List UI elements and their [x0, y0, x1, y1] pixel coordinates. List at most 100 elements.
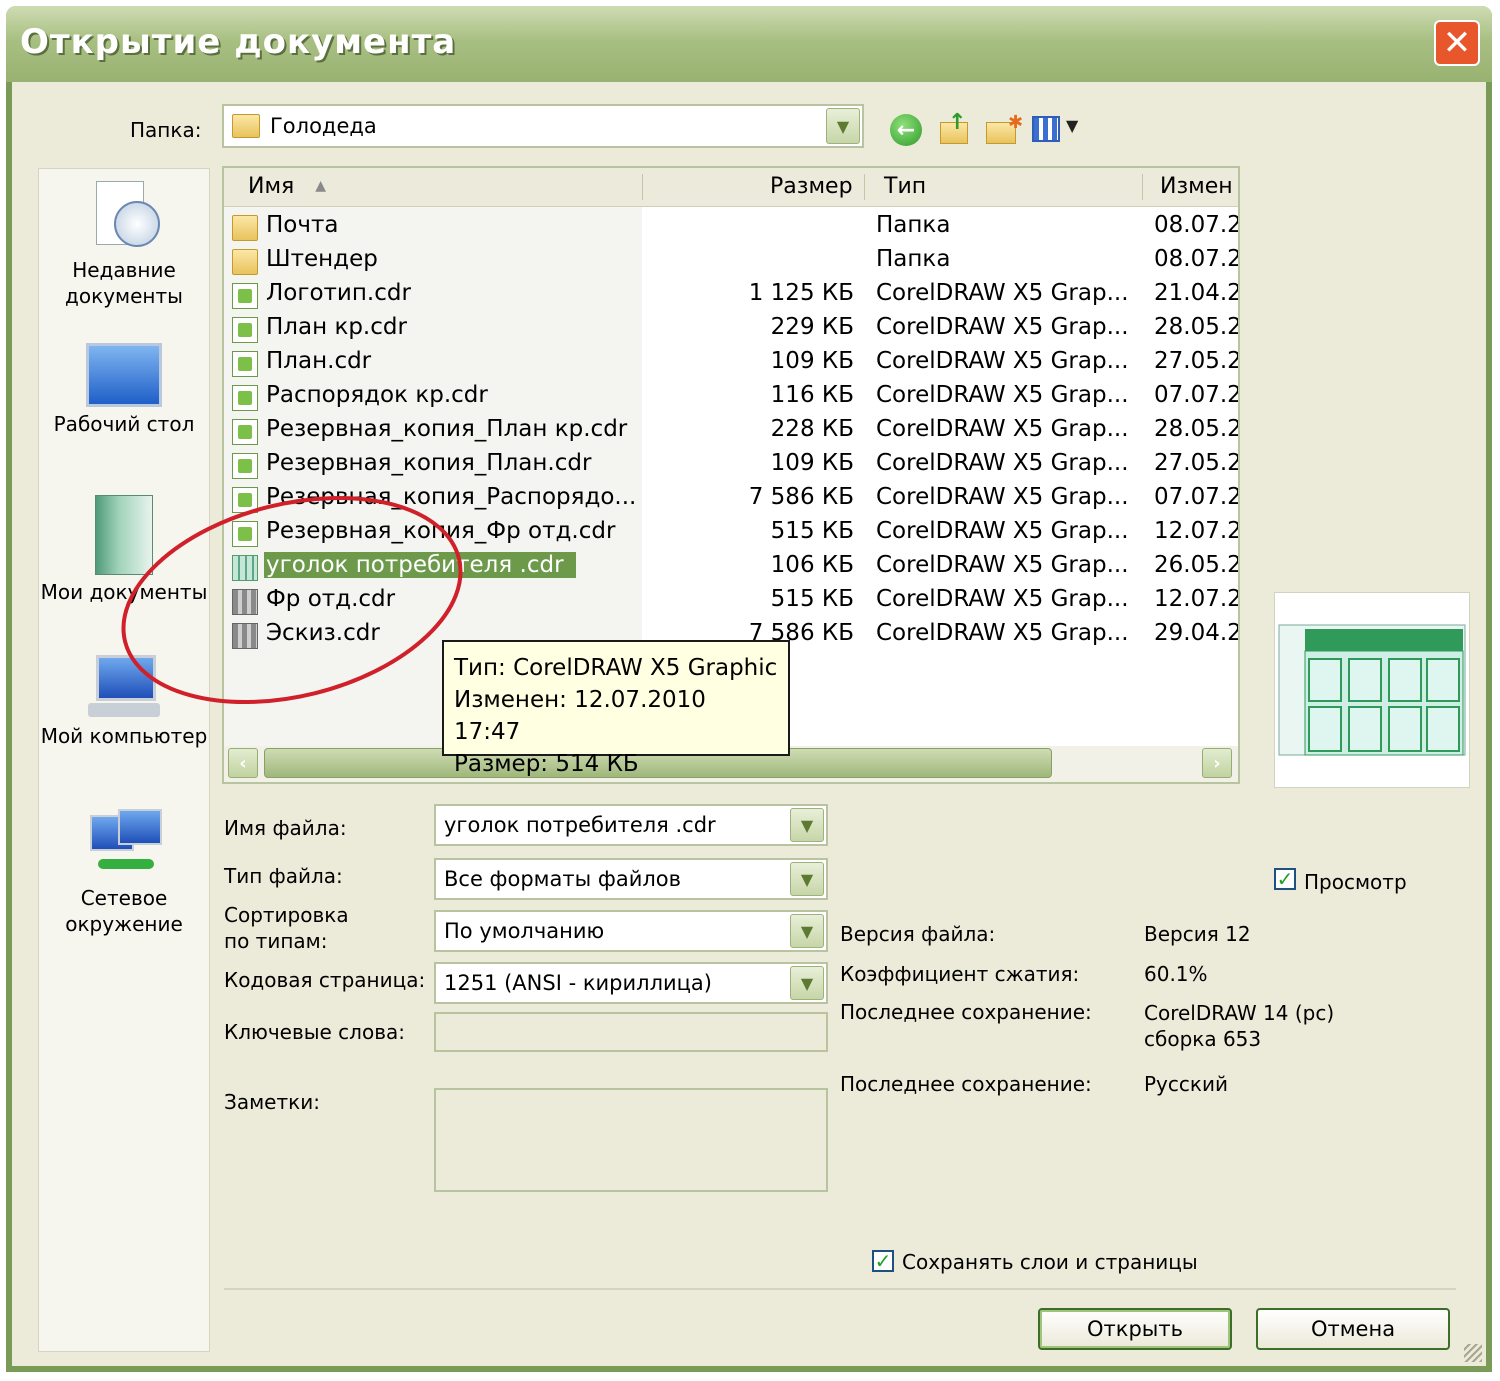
last-saved-language-label: Последнее сохранение:: [840, 1072, 1092, 1096]
keywords-input[interactable]: [434, 1012, 828, 1052]
new-folder-icon[interactable]: ✱: [986, 112, 1023, 144]
table-row[interactable]: Резервная_копия_План кр.cdr 228 КБ CorelDR…: [224, 414, 1238, 448]
file-modified-cell: 21.04.2: [1154, 280, 1238, 306]
window-title: Открытие документа: [20, 22, 457, 62]
my-computer-icon: [88, 655, 160, 719]
file-type-cell: CorelDRAW X5 Grap...: [876, 552, 1129, 578]
preview-checkbox-label: Просмотр: [1304, 870, 1407, 894]
file-name-cell: Почта: [266, 212, 339, 238]
file-tooltip: Тип: CorelDRAW X5 Graphic Изменен: 12.07…: [442, 640, 790, 777]
table-row[interactable]: уголок потребителя .cdr 106 КБ CorelDRAW X…: [224, 550, 1238, 584]
cancel-button[interactable]: Отмена: [1256, 1308, 1450, 1350]
file-modified-cell: 27.05.2: [1154, 348, 1238, 374]
column-size-header[interactable]: Размер: [770, 174, 853, 199]
preview-thumbnail: [1274, 592, 1470, 788]
table-row[interactable]: Фр отд.cdr 515 КБ CorelDRAW X5 Grap... 12.0…: [224, 584, 1238, 618]
filename-input[interactable]: уголок потребителя .cdr ▼: [434, 804, 828, 846]
file-type-cell: CorelDRAW X5 Grap...: [876, 280, 1129, 306]
compression-label: Коэффициент сжатия:: [840, 962, 1080, 986]
file-type-cell: CorelDRAW X5 Grap...: [876, 586, 1129, 612]
file-modified-cell: 12.07.2: [1154, 518, 1238, 544]
preview-checkbox[interactable]: ✓: [1274, 868, 1296, 890]
file-name-cell: План.cdr: [266, 348, 372, 374]
file-size-cell: 106 КБ: [770, 552, 854, 578]
place-desktop[interactable]: Рабочий стол: [39, 343, 209, 437]
file-name-cell: План кр.cdr: [266, 314, 407, 340]
close-button[interactable]: ✕: [1434, 20, 1480, 66]
folder-combo[interactable]: Голодеда ▼: [222, 104, 864, 148]
preview-image: [1278, 624, 1466, 756]
view-menu-icon[interactable]: ▼: [1032, 114, 1088, 144]
file-size-cell: 109 КБ: [770, 348, 854, 374]
places-bar: Недавние документы Рабочий стол Мои доку…: [38, 168, 210, 1352]
table-row[interactable]: Штендер Папка 08.07.2: [224, 244, 1238, 278]
file-thumbnail-icon: [232, 589, 258, 615]
chevron-down-icon[interactable]: ▼: [790, 914, 824, 948]
place-my-documents[interactable]: Мои документы: [39, 495, 209, 605]
file-size-cell: 7 586 КБ: [748, 484, 854, 510]
codepage-label: Кодовая страница:: [224, 968, 426, 992]
file-size-cell: 229 КБ: [770, 314, 854, 340]
back-icon[interactable]: ←: [890, 114, 922, 146]
file-thumbnail-icon: [232, 555, 258, 581]
notes-textarea[interactable]: [434, 1088, 828, 1192]
file-type-cell: CorelDRAW X5 Grap...: [876, 620, 1129, 646]
sort-select[interactable]: По умолчанию ▼: [434, 910, 828, 952]
place-label: Мои документы: [40, 580, 208, 604]
file-modified-cell: 28.05.2: [1154, 416, 1238, 442]
place-recent-documents[interactable]: Недавние документы: [39, 181, 209, 309]
filetype-label: Тип файла:: [224, 864, 343, 888]
table-row[interactable]: Распорядок кр.cdr 116 КБ CorelDRAW X5 Grap…: [224, 380, 1238, 414]
chevron-down-icon[interactable]: ▼: [790, 808, 824, 842]
scroll-right-icon[interactable]: ›: [1202, 748, 1232, 778]
table-row[interactable]: Резервная_копия_Распорядо... 7 586 КБ Core…: [224, 482, 1238, 516]
version-value: Версия 12: [1144, 922, 1251, 946]
scroll-left-icon[interactable]: ‹: [228, 748, 258, 778]
file-type-cell: CorelDRAW X5 Grap...: [876, 348, 1129, 374]
folder-icon: [232, 215, 258, 241]
table-row[interactable]: Резервная_копия_Фр отд.cdr 515 КБ CorelDRA…: [224, 516, 1238, 550]
table-row[interactable]: План кр.cdr 229 КБ CorelDRAW X5 Grap... 28.…: [224, 312, 1238, 346]
chevron-down-icon[interactable]: ▼: [826, 108, 860, 144]
column-type-header[interactable]: Тип: [884, 174, 926, 199]
place-label: Мой компьютер: [40, 724, 208, 748]
my-documents-icon: [95, 495, 153, 575]
table-row[interactable]: План.cdr 109 КБ CorelDRAW X5 Grap... 27.05.…: [224, 346, 1238, 380]
sort-ascending-icon: ▲: [315, 178, 327, 194]
file-name-cell: Логотип.cdr: [266, 280, 411, 306]
up-folder-icon[interactable]: ↑: [938, 110, 970, 144]
column-modified-header[interactable]: Измен: [1160, 174, 1233, 199]
chevron-down-icon[interactable]: ▼: [790, 862, 824, 896]
file-modified-cell: 08.07.2: [1154, 212, 1238, 238]
file-modified-cell: 28.05.2: [1154, 314, 1238, 340]
folder-value: Голодеда: [270, 114, 377, 138]
sort-label-line1: Сортировка: [224, 903, 349, 927]
table-row[interactable]: Логотип.cdr 1 125 КБ CorelDRAW X5 Grap... 2…: [224, 278, 1238, 312]
place-network[interactable]: Сетевое окружение: [39, 809, 209, 937]
title-bar[interactable]: Открытие документа ✕: [6, 6, 1492, 82]
last-saved-language-value: Русский: [1144, 1072, 1228, 1096]
chevron-down-icon[interactable]: ▼: [790, 966, 824, 1000]
table-row[interactable]: Резервная_копия_План.cdr 109 КБ CorelDRAW …: [224, 448, 1238, 482]
place-my-computer[interactable]: Мой компьютер: [39, 655, 209, 749]
file-name-cell: Эскиз.cdr: [266, 620, 380, 646]
open-button[interactable]: Открыть: [1038, 1308, 1232, 1350]
file-name-cell: Фр отд.cdr: [266, 586, 396, 612]
file-name-cell: Резервная_копия_План кр.cdr: [266, 416, 628, 442]
file-size-cell: 1 125 КБ: [748, 280, 854, 306]
table-row[interactable]: Почта Папка 08.07.2: [224, 210, 1238, 244]
last-saved-value-line2: сборка 653: [1144, 1027, 1262, 1051]
version-label: Версия файла:: [840, 922, 996, 946]
cdr-file-icon: [232, 453, 258, 479]
filetype-select[interactable]: Все форматы файлов ▼: [434, 858, 828, 900]
keep-layers-checkbox[interactable]: ✓: [872, 1250, 894, 1272]
column-name-header[interactable]: Имя ▲: [248, 174, 326, 199]
cdr-file-icon: [232, 351, 258, 377]
file-size-cell: 109 КБ: [770, 450, 854, 476]
codepage-select[interactable]: 1251 (ANSI - кириллица) ▼: [434, 962, 828, 1004]
file-modified-cell: 12.07.2: [1154, 586, 1238, 612]
resize-grip-icon[interactable]: [1464, 1344, 1482, 1362]
file-name-cell: Штендер: [266, 246, 378, 272]
filename-value: уголок потребителя .cdr: [444, 813, 716, 837]
cdr-file-icon: [232, 283, 258, 309]
